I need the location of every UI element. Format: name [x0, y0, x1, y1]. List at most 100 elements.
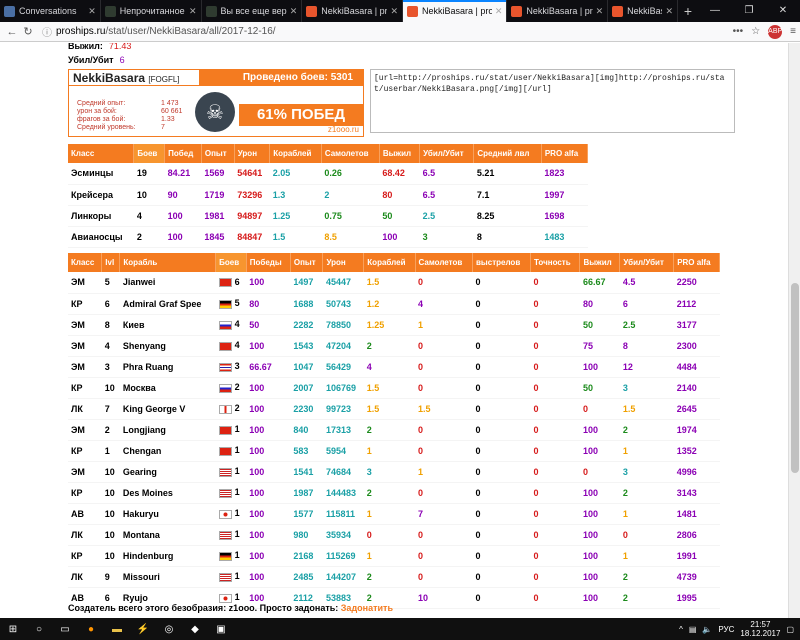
- xp-cell: 1688: [290, 293, 323, 315]
- accuracy-cell: 0: [530, 503, 580, 525]
- browser-tab[interactable]: NekkiBasara | proship✕: [302, 0, 403, 22]
- volume-icon[interactable]: 🔈: [702, 625, 712, 634]
- column-header[interactable]: выстрелов: [472, 253, 532, 272]
- column-header[interactable]: PRO alfa: [673, 253, 720, 272]
- browser-tab[interactable]: NekkiBasara | proship✕: [507, 0, 609, 22]
- close-tab-icon[interactable]: ✕: [88, 6, 96, 17]
- column-header[interactable]: Опыт: [201, 144, 235, 163]
- battles-cell: 5: [215, 293, 247, 315]
- app-icon[interactable]: ⚡: [130, 618, 156, 640]
- tab-title: Вы все еще верите в: [220, 6, 287, 16]
- column-header[interactable]: Выжил: [379, 144, 421, 163]
- column-header[interactable]: Корабль: [119, 253, 217, 272]
- kd-cell: 2: [619, 482, 674, 504]
- table-cell: 84.21: [164, 163, 202, 185]
- tray-arrow-icon[interactable]: ^: [679, 625, 683, 634]
- column-header[interactable]: Самолетов: [415, 253, 473, 272]
- more-icon[interactable]: •••: [733, 26, 744, 37]
- battles-cell: 6: [215, 272, 247, 294]
- vertical-scrollbar[interactable]: [788, 43, 800, 618]
- info-icon[interactable]: ⓘ: [42, 24, 52, 39]
- maximize-button[interactable]: ❐: [732, 0, 766, 22]
- reload-icon[interactable]: ↻: [20, 25, 36, 38]
- address-bar[interactable]: ⓘ proships.ru/stat/user/NekkiBasara/all/…: [42, 24, 362, 40]
- table-cell: 2.5: [419, 205, 474, 227]
- table-cell: 100: [379, 226, 420, 248]
- network-icon[interactable]: ▤: [689, 625, 697, 634]
- table-cell: 100: [164, 205, 202, 227]
- ship-class: ЭМ: [68, 461, 102, 483]
- menu-icon[interactable]: ≡: [790, 26, 796, 37]
- planes-cell: 0: [415, 440, 473, 462]
- column-header[interactable]: lvl: [101, 253, 121, 272]
- firefox-icon[interactable]: ●: [78, 618, 104, 640]
- game-icon[interactable]: ◆: [182, 618, 208, 640]
- column-header[interactable]: Убил/Убит: [419, 144, 475, 163]
- damage-cell: 78850: [322, 314, 364, 336]
- taskbar: ⊞ ○ ▭ ● ▬ ⚡ ◎ ◆ ▣ ^ ▤ 🔈 РУС 21:57 18.12.2…: [0, 618, 800, 640]
- ship-level: 8: [101, 314, 120, 336]
- steam-icon[interactable]: ◎: [156, 618, 182, 640]
- clock[interactable]: 21:57 18.12.2017: [740, 620, 780, 638]
- survived-cell: 100: [579, 503, 620, 525]
- donate-link[interactable]: Задонатить: [341, 603, 393, 613]
- browser-tab[interactable]: Conversations ✕: [0, 0, 101, 22]
- ship-class: ЛК: [68, 398, 102, 420]
- back-icon[interactable]: ←: [4, 26, 20, 38]
- tab-favicon-icon: [4, 5, 15, 17]
- search-icon[interactable]: ○: [26, 618, 52, 640]
- scrollbar-thumb[interactable]: [791, 283, 799, 473]
- close-tab-icon[interactable]: ✕: [189, 6, 197, 17]
- bookmark-icon[interactable]: ☆: [751, 26, 760, 37]
- close-tab-icon[interactable]: ✕: [596, 6, 604, 17]
- ships-cell: 0: [363, 524, 415, 546]
- column-header[interactable]: Опыт: [290, 253, 324, 272]
- game-launcher-icon[interactable]: ▣: [208, 618, 234, 640]
- close-tab-icon[interactable]: ✕: [390, 6, 398, 17]
- tab-favicon-icon: [612, 5, 624, 17]
- column-header[interactable]: Класс: [68, 253, 103, 272]
- close-button[interactable]: ✕: [766, 0, 800, 22]
- ship-class: ЭМ: [68, 314, 102, 336]
- column-header[interactable]: Урон: [234, 144, 271, 163]
- close-tab-icon[interactable]: ✕: [495, 6, 503, 17]
- survived-cell: 75: [579, 335, 620, 357]
- column-header[interactable]: Победы: [246, 253, 291, 272]
- column-header[interactable]: Боев: [133, 144, 166, 163]
- close-tab-icon[interactable]: ✕: [290, 6, 298, 17]
- minimize-button[interactable]: —: [698, 0, 732, 22]
- new-tab-button[interactable]: +: [678, 0, 698, 22]
- ship-level: 3: [101, 356, 120, 378]
- column-header[interactable]: Класс: [68, 144, 135, 163]
- files-icon[interactable]: ▬: [104, 618, 130, 640]
- column-header[interactable]: Кораблей: [363, 253, 416, 272]
- notifications-icon[interactable]: ▢: [786, 625, 794, 634]
- ship-class: КР: [68, 377, 102, 399]
- column-header[interactable]: Выжил: [579, 253, 621, 272]
- survived-cell: 100: [579, 587, 620, 609]
- ship-level: 10: [101, 545, 120, 567]
- table-cell: 8: [473, 226, 542, 248]
- column-header[interactable]: Кораблей: [269, 144, 322, 163]
- column-header[interactable]: Самолетов: [321, 144, 380, 163]
- browser-tab[interactable]: NekkiBasara | proship✕: [608, 0, 678, 22]
- column-header[interactable]: Урон: [322, 253, 365, 272]
- column-header[interactable]: Точность: [530, 253, 581, 272]
- column-header[interactable]: Боев: [215, 253, 247, 272]
- browser-tab[interactable]: Вы все еще верите в✕: [202, 0, 303, 22]
- planes-cell: 4: [415, 293, 473, 315]
- language-indicator[interactable]: РУС: [718, 625, 734, 634]
- windows-start-icon[interactable]: ⊞: [0, 618, 26, 640]
- browser-tab[interactable]: NekkiBasara | proship✕: [403, 0, 508, 22]
- column-header[interactable]: Убил/Убит: [619, 253, 675, 272]
- column-header[interactable]: Побед: [164, 144, 202, 163]
- browser-tab[interactable]: Непрочитанное - Офи✕: [101, 0, 202, 22]
- adblock-icon[interactable]: ABP: [768, 24, 782, 39]
- column-header[interactable]: PRO alfa: [541, 144, 589, 163]
- task-view-icon[interactable]: ▭: [52, 618, 78, 640]
- close-tab-icon[interactable]: ✕: [665, 6, 673, 17]
- column-header[interactable]: Средний лвл: [473, 144, 542, 163]
- table-row: ЭМ 3 Phra Ruang 3 66.67 1047 56429 4 0 0 0 100 12 448…: [68, 356, 720, 378]
- kd-cell: 12: [619, 356, 674, 378]
- bbcode-textarea[interactable]: [url=http://proships.ru/stat/user/NekkiB…: [370, 69, 735, 133]
